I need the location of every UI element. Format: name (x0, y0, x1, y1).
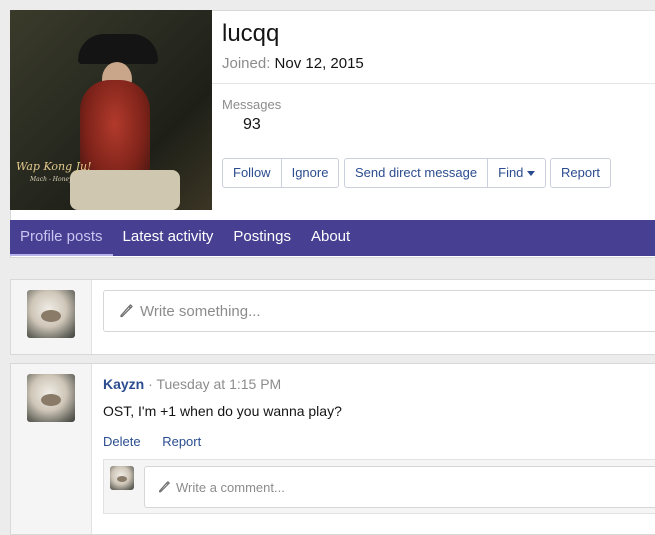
comment-area: Write a comment... (103, 459, 655, 514)
joined-date: Nov 12, 2015 (274, 55, 364, 72)
chevron-down-icon (527, 171, 536, 177)
delete-post-link[interactable]: Delete (103, 434, 141, 449)
header-divider (212, 83, 655, 84)
send-direct-message-button[interactable]: Send direct message (345, 159, 487, 187)
pencil-icon (159, 481, 170, 493)
profile-username: lucqq (222, 20, 280, 47)
post-timestamp[interactable]: Tuesday at 1:15 PM (156, 376, 281, 392)
joined-label: Joined: (222, 55, 271, 72)
banner-subtext: Mach - Honey (30, 176, 73, 183)
report-profile-button[interactable]: Report (551, 159, 610, 187)
post-separator: · (148, 376, 153, 392)
profile-banner-image: Wap Kong Ju! Mach - Honey (10, 10, 212, 210)
write-comment-input[interactable]: Write a comment... (144, 466, 655, 508)
write-comment-placeholder: Write a comment... (176, 479, 285, 495)
post-author-link[interactable]: Kayzn (103, 376, 144, 392)
messages-count[interactable]: 93 (243, 116, 261, 134)
ignore-button[interactable]: Ignore (280, 159, 339, 187)
joined-row: Joined: Nov 12, 2015 (222, 55, 364, 72)
post-body: OST, I'm +1 when do you wanna play? (103, 403, 342, 419)
dm-find-group: Send direct message Find (344, 158, 547, 188)
report-post-link[interactable]: Report (162, 434, 201, 449)
profile-tab-bar: Profile posts Latest activity Postings A… (10, 220, 655, 256)
tab-profile-posts[interactable]: Profile posts (10, 220, 113, 256)
avatar[interactable] (27, 290, 75, 338)
find-label: Find (498, 165, 524, 180)
avatar[interactable] (27, 374, 75, 422)
pencil-icon (120, 304, 133, 318)
write-something-placeholder: Write something... (140, 302, 261, 320)
tab-latest-activity[interactable]: Latest activity (113, 220, 224, 256)
avatar (110, 466, 134, 490)
banner-signature: Wap Kong Ju! (16, 160, 92, 173)
post-sidebar (11, 364, 92, 534)
banner-legs-shape (70, 170, 180, 210)
post-actions: Delete Report (103, 434, 219, 449)
messages-label: Messages (222, 97, 282, 112)
follow-button[interactable]: Follow (223, 159, 281, 187)
profile-post-composer: Write something... (10, 279, 655, 355)
follow-ignore-group: Follow Ignore (222, 158, 340, 188)
banner-hat-shape (78, 34, 158, 64)
tab-postings[interactable]: Postings (223, 220, 301, 256)
profile-post: Kayzn · Tuesday at 1:15 PM OST, I'm +1 w… (10, 363, 655, 535)
find-dropdown-button[interactable]: Find (487, 159, 545, 187)
tab-about[interactable]: About (301, 220, 360, 256)
post-header: Kayzn · Tuesday at 1:15 PM (103, 376, 281, 392)
write-something-input[interactable]: Write something... (103, 290, 655, 332)
composer-sidebar (11, 280, 92, 354)
report-group: Report (550, 158, 612, 188)
